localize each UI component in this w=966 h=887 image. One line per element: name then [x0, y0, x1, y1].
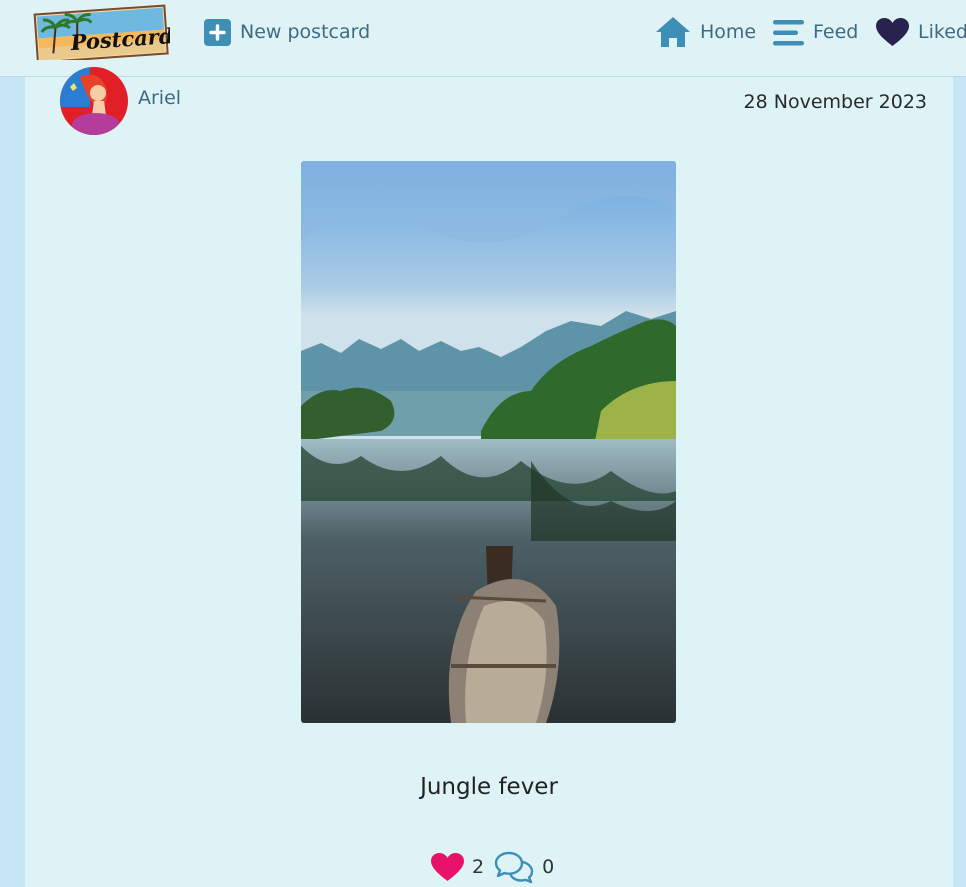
- avatar-image: [60, 67, 128, 135]
- nav-home-link[interactable]: Home: [655, 16, 756, 48]
- heart-icon: [876, 17, 909, 46]
- home-icon: [656, 17, 690, 47]
- nav-liked-label: Liked: [918, 21, 966, 43]
- nav-liked-link[interactable]: Liked: [876, 16, 966, 48]
- postcard-image: [301, 161, 676, 723]
- nav-feed-link[interactable]: Feed: [773, 16, 858, 48]
- like-heart-icon[interactable]: [431, 852, 464, 882]
- nav-home-label: Home: [700, 21, 757, 43]
- new-postcard-label: New postcard: [240, 21, 371, 43]
- postcard-card: Ariel 28 November 2023 Jungle fever 2 0: [25, 67, 953, 887]
- avatar[interactable]: [60, 67, 128, 135]
- post-stats: 2 0: [431, 849, 564, 885]
- postcard-caption: Jungle fever: [420, 774, 558, 800]
- likes-count: 2: [472, 856, 485, 878]
- comments-count: 0: [542, 856, 555, 878]
- postcard-photo[interactable]: [301, 161, 676, 723]
- plus-square-icon: [204, 18, 231, 46]
- menu-bars-icon: [773, 19, 804, 45]
- author-link[interactable]: Ariel: [138, 87, 181, 109]
- logo-image: Postcards: [33, 4, 186, 64]
- comments-icon[interactable]: [494, 850, 534, 884]
- site-logo[interactable]: Postcards: [32, 4, 186, 64]
- post-date: 28 November 2023: [743, 91, 927, 113]
- nav-feed-label: Feed: [813, 21, 859, 43]
- new-postcard-link[interactable]: New postcard: [204, 16, 370, 48]
- navbar: Postcards New postcard Home Feed Liked: [0, 0, 966, 77]
